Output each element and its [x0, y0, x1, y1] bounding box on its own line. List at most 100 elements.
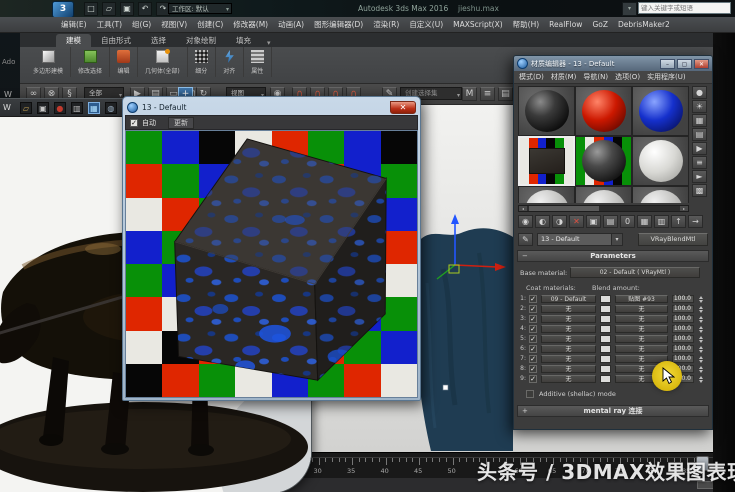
auto-update-checkbox[interactable]: ✓: [130, 118, 138, 127]
render-window-titlebar[interactable]: 13 - Default ✕: [125, 99, 418, 115]
slots-scrollbar[interactable]: ◂ ▸: [518, 205, 689, 212]
spinner-down-icon[interactable]: [699, 369, 703, 373]
spinner-down-icon[interactable]: [699, 319, 703, 323]
blend-amount-spinner[interactable]: [697, 344, 705, 354]
blend-amount-spinner[interactable]: [697, 314, 705, 324]
reset-map-icon[interactable]: ✕: [569, 215, 584, 228]
spinner-up-icon[interactable]: [699, 355, 703, 359]
blend-amount-spinner[interactable]: [697, 294, 705, 304]
menu-item[interactable]: 视图(V): [156, 18, 192, 31]
spinner-down-icon[interactable]: [699, 299, 703, 303]
spinner-up-icon[interactable]: [699, 345, 703, 349]
mental-ray-rollout[interactable]: + mental ray 连接: [517, 405, 709, 417]
blend-amount-field[interactable]: 100.0: [672, 325, 694, 333]
ribbon-panel[interactable]: 对齐: [216, 47, 244, 77]
spinner-down-icon[interactable]: [699, 379, 703, 383]
blend-amount-spinner[interactable]: [697, 304, 705, 314]
material-editor-menu-item[interactable]: 导航(N): [583, 72, 608, 82]
spinner-up-icon[interactable]: [699, 315, 703, 319]
ribbon-tab[interactable]: 对象绘制: [176, 34, 226, 47]
coat-material-button[interactable]: 无: [541, 365, 596, 373]
spinner-down-icon[interactable]: [699, 359, 703, 363]
blend-amount-spinner[interactable]: [697, 334, 705, 344]
material-editor-window[interactable]: 材质编辑器 - 13 - Default – ▢ ✕ 模式(D) 材质(M) 导航(N)…: [513, 55, 713, 430]
coat-color-swatch[interactable]: [600, 325, 611, 333]
coat-material-button[interactable]: 无: [541, 335, 596, 343]
spinner-down-icon[interactable]: [699, 329, 703, 333]
photo-open-icon[interactable]: ▱: [19, 101, 32, 114]
menu-item[interactable]: GoZ: [587, 19, 613, 30]
coat-material-button[interactable]: 无: [541, 305, 596, 313]
material-editor-menu-item[interactable]: 材质(M): [551, 72, 577, 82]
blend-map-button[interactable]: 贴图 #93: [615, 295, 668, 303]
chevron-down-icon[interactable]: ▾: [267, 39, 271, 47]
coat-enable-checkbox[interactable]: ✓: [529, 295, 537, 303]
sample-type-icon[interactable]: ●: [692, 86, 707, 99]
coat-material-button[interactable]: 无: [541, 315, 596, 323]
ribbon-panel[interactable]: 多边形建模: [26, 47, 72, 77]
put-to-scene-icon[interactable]: ◐: [535, 215, 550, 228]
maximize-button[interactable]: ▢: [677, 58, 692, 69]
material-slot[interactable]: [632, 186, 689, 203]
spinner-up-icon[interactable]: [699, 335, 703, 339]
material-editor-menu-item[interactable]: 模式(D): [519, 72, 544, 82]
make-unique-icon[interactable]: ▣: [586, 215, 601, 228]
menu-item[interactable]: 图形编辑器(D): [309, 18, 368, 31]
blend-amount-field[interactable]: 100.0: [672, 345, 694, 353]
coat-material-button[interactable]: 无: [541, 325, 596, 333]
close-button[interactable]: ✕: [694, 58, 709, 69]
coat-color-swatch[interactable]: [600, 295, 611, 303]
material-slot[interactable]: [575, 86, 632, 136]
menu-item[interactable]: 渲染(R): [368, 18, 404, 31]
layer-manager-icon[interactable]: ▤: [498, 87, 513, 101]
minimize-button[interactable]: –: [660, 58, 675, 69]
material-slot[interactable]: [575, 186, 632, 203]
coat-enable-checkbox[interactable]: ✓: [529, 325, 537, 333]
material-id-icon[interactable]: 0: [620, 215, 635, 228]
ribbon-panel[interactable]: 属性: [244, 47, 272, 77]
photo-delete-icon[interactable]: ●: [53, 101, 66, 114]
backlight-icon[interactable]: ☀: [692, 100, 707, 113]
coat-enable-checkbox[interactable]: ✓: [529, 305, 537, 313]
blend-map-button[interactable]: 无: [615, 325, 668, 333]
assign-to-selection-icon[interactable]: ◑: [552, 215, 567, 228]
search-options-icon[interactable]: ▾: [622, 2, 637, 16]
photo-grid-icon[interactable]: ▦: [87, 101, 100, 114]
background-icon[interactable]: ▦: [692, 114, 707, 127]
pick-material-icon[interactable]: ✎: [518, 233, 533, 246]
sample-tiling-icon[interactable]: ▤: [692, 128, 707, 141]
coat-color-swatch[interactable]: [600, 365, 611, 373]
save-file-icon[interactable]: ▣: [120, 2, 134, 16]
coat-color-swatch[interactable]: [600, 315, 611, 323]
update-button[interactable]: 更新: [168, 116, 194, 129]
spinner-down-icon[interactable]: [699, 309, 703, 313]
ribbon-panel[interactable]: 编辑: [110, 47, 139, 77]
coat-color-swatch[interactable]: [600, 355, 611, 363]
video-color-check-icon[interactable]: ▶: [692, 142, 707, 155]
spinner-up-icon[interactable]: [699, 325, 703, 329]
search-input[interactable]: [638, 2, 731, 14]
photo-globe-icon[interactable]: ◍: [104, 101, 117, 114]
menu-item[interactable]: 自定义(U): [404, 18, 448, 31]
spinner-up-icon[interactable]: [699, 365, 703, 369]
menu-item[interactable]: DebrisMaker2: [613, 19, 675, 30]
material-editor-menu-item[interactable]: 选项(O): [615, 72, 640, 82]
go-to-parent-icon[interactable]: ↑: [671, 215, 686, 228]
coat-color-swatch[interactable]: [600, 305, 611, 313]
undo-icon[interactable]: ↶: [138, 2, 152, 16]
spinner-up-icon[interactable]: [699, 305, 703, 309]
material-map-navigator-icon[interactable]: ▩: [692, 184, 707, 197]
material-slot[interactable]: [518, 86, 575, 136]
blend-amount-field[interactable]: 100.0: [672, 355, 694, 363]
menu-item[interactable]: 帮助(H): [508, 18, 545, 31]
ribbon-tab[interactable]: 自由形式: [91, 34, 141, 47]
coat-enable-checkbox[interactable]: ✓: [529, 375, 537, 383]
menu-item[interactable]: 工具(T): [92, 18, 127, 31]
coat-material-button[interactable]: 无: [541, 355, 596, 363]
parameters-rollout[interactable]: − Parameters: [517, 250, 709, 262]
viewport-cloth-object[interactable]: [413, 213, 513, 451]
render-preview-window[interactable]: 13 - Default ✕ ✓ 自动 更新: [122, 96, 421, 401]
material-slot[interactable]: [575, 136, 632, 186]
menu-item[interactable]: 编辑(E): [56, 18, 92, 31]
blend-amount-spinner[interactable]: [697, 354, 705, 364]
